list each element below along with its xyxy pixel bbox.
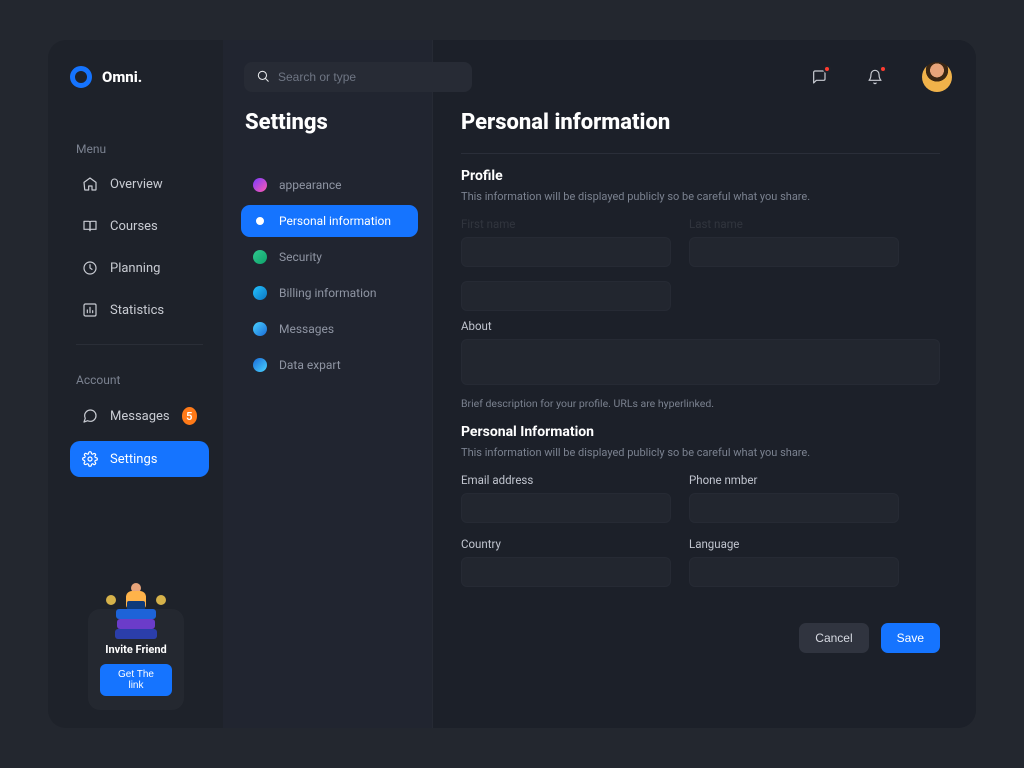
messages-badge: 5 — [182, 407, 197, 425]
country-input[interactable] — [461, 557, 671, 587]
avatar[interactable] — [922, 62, 952, 92]
dot-icon — [253, 178, 267, 192]
profile-section-subtitle: This information will be displayed publi… — [461, 190, 940, 203]
cancel-button[interactable]: Cancel — [799, 623, 868, 653]
first-name-group: First name — [461, 217, 671, 267]
bell-unread-dot — [879, 65, 887, 73]
settings-nav: Settings appearance Personal information… — [223, 40, 433, 728]
settings-nav-export[interactable]: Data expart — [241, 349, 418, 381]
settings-nav-label: Data expart — [279, 358, 341, 372]
dot-icon — [253, 322, 267, 336]
settings-nav-appearance[interactable]: appearance — [241, 169, 418, 201]
email-group: Email address — [461, 473, 671, 523]
about-group: About Brief description for your profile… — [461, 319, 940, 410]
invite-illustration — [106, 579, 166, 639]
bell-icon[interactable] — [866, 68, 884, 86]
sidebar: Omni. Menu Overview Courses Planning S — [48, 40, 223, 728]
language-group: Language — [689, 537, 899, 587]
brand-name: Omni. — [102, 68, 142, 86]
settings-nav-label: Billing information — [279, 286, 376, 300]
last-name-group: Last name — [689, 217, 899, 267]
sidebar-divider — [76, 344, 203, 345]
extra-input[interactable] — [461, 281, 671, 311]
app-window: Omni. Menu Overview Courses Planning S — [48, 40, 976, 728]
form-actions: Cancel Save — [461, 623, 940, 653]
dot-icon — [253, 358, 267, 372]
profile-section-title: Profile — [461, 168, 940, 184]
sidebar-item-statistics[interactable]: Statistics — [70, 292, 209, 328]
sidebar-item-courses[interactable]: Courses — [70, 208, 209, 244]
first-name-label: First name — [461, 217, 671, 231]
save-button[interactable]: Save — [881, 623, 940, 653]
first-name-input[interactable] — [461, 237, 671, 267]
extra-input-group — [461, 281, 671, 311]
topbar — [244, 60, 952, 94]
sidebar-item-label: Planning — [110, 261, 160, 276]
country-label: Country — [461, 537, 671, 551]
phone-group: Phone nmber — [689, 473, 899, 523]
invite-title: Invite Friend — [105, 643, 166, 656]
settings-nav-messages[interactable]: Messages — [241, 313, 418, 345]
search-box[interactable] — [244, 62, 472, 92]
dot-icon — [253, 286, 267, 300]
last-name-label: Last name — [689, 217, 899, 231]
email-label: Email address — [461, 473, 671, 487]
sidebar-item-overview[interactable]: Overview — [70, 166, 209, 202]
logo-icon — [70, 66, 92, 88]
about-hint: Brief description for your profile. URLs… — [461, 397, 940, 410]
settings-title: Settings — [241, 110, 418, 135]
account-section-label: Account — [76, 373, 209, 387]
chart-icon — [82, 302, 98, 318]
email-input[interactable] — [461, 493, 671, 523]
personal-section-subtitle: This information will be displayed publi… — [461, 446, 940, 459]
clock-icon — [82, 260, 98, 276]
dot-icon — [253, 250, 267, 264]
about-label: About — [461, 319, 940, 333]
personal-section-title: Personal Information — [461, 424, 940, 440]
sidebar-item-planning[interactable]: Planning — [70, 250, 209, 286]
ring-icon — [253, 214, 267, 228]
settings-nav-billing[interactable]: Billing information — [241, 277, 418, 309]
settings-nav-label: Personal information — [279, 214, 391, 228]
language-input[interactable] — [689, 557, 899, 587]
settings-nav-label: Messages — [279, 322, 334, 336]
home-icon — [82, 176, 98, 192]
main-panel: Personal information Profile This inform… — [433, 40, 976, 728]
menu-section-label: Menu — [76, 142, 209, 156]
gear-icon — [82, 451, 98, 467]
page-title: Personal information — [461, 110, 940, 135]
language-label: Language — [689, 537, 899, 551]
book-icon — [82, 218, 98, 234]
about-textarea[interactable] — [461, 339, 940, 385]
country-group: Country — [461, 537, 671, 587]
sidebar-item-label: Messages — [110, 409, 170, 424]
invite-button[interactable]: Get The link — [100, 664, 172, 696]
settings-nav-personal[interactable]: Personal information — [241, 205, 418, 237]
search-icon — [256, 68, 270, 87]
divider — [461, 153, 940, 154]
chat-unread-dot — [823, 65, 831, 73]
settings-nav-security[interactable]: Security — [241, 241, 418, 273]
message-icon — [82, 408, 98, 424]
sidebar-item-label: Settings — [110, 452, 157, 467]
sidebar-item-label: Overview — [110, 177, 163, 192]
sidebar-item-label: Courses — [110, 219, 158, 234]
sidebar-item-messages[interactable]: Messages 5 — [70, 397, 209, 435]
invite-card: Invite Friend Get The link — [88, 609, 184, 710]
sidebar-item-label: Statistics — [110, 303, 164, 318]
settings-nav-label: Security — [279, 250, 322, 264]
chat-icon[interactable] — [810, 68, 828, 86]
logo[interactable]: Omni. — [70, 66, 209, 88]
sidebar-item-settings[interactable]: Settings — [70, 441, 209, 477]
search-input[interactable] — [278, 70, 460, 84]
phone-input[interactable] — [689, 493, 899, 523]
settings-nav-label: appearance — [279, 178, 342, 192]
last-name-input[interactable] — [689, 237, 899, 267]
phone-label: Phone nmber — [689, 473, 899, 487]
